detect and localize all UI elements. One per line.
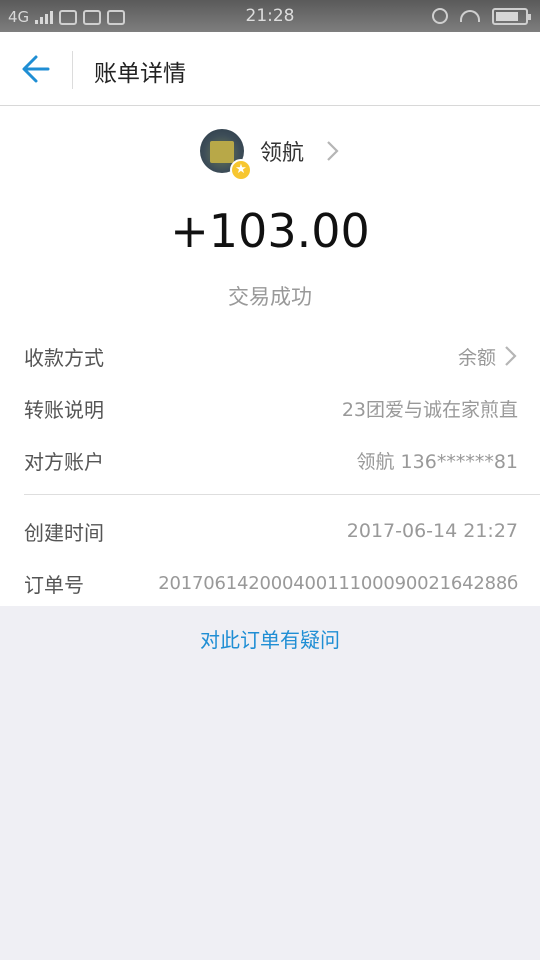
wifi-icon [460,10,480,22]
detail-label: 转账说明 [24,397,104,422]
counterparty-value: 领航 136******81 [356,450,518,473]
payee-name: 领航 [259,141,304,166]
transaction-status: 交易成功 [228,285,312,309]
detail-label: 订单号 [24,572,84,597]
avatar: ★ [199,129,252,181]
chevron-right-icon [327,141,339,161]
created-time-value: 2017-06-14 21:27 [346,520,518,542]
detail-label: 对方账户 [24,449,104,474]
page-title: 账单详情 [94,61,186,87]
detail-row-transfer-note: 转账说明 23团爱与诚在家煎直 [24,388,518,428]
bill-detail-card: ★ 领航 +103.00 交易成功 收款方式 余额 转账说明 23团爱与诚在家煎… [0,106,540,606]
avatar-image [209,141,234,163]
detail-row-order-number: 订单号 2017061420004001110009002164288б [24,563,518,603]
transfer-note-value: 23团爱与诚在家煎直 [341,398,518,421]
status-bar: 4G 21:28 [0,0,540,32]
detail-row-payment-method[interactable]: 收款方式 余额 [24,336,518,376]
detail-row-created-time: 创建时间 2017-06-14 21:27 [24,511,518,551]
detail-label: 创建时间 [24,520,104,545]
status-right [432,6,531,26]
detail-row-counterparty: 对方账户 领航 136******81 [24,440,518,480]
transaction-amount: +103.00 [170,204,370,258]
detail-label: 收款方式 [24,345,104,370]
payment-method-value: 余额 [457,346,496,369]
back-button[interactable] [16,52,56,86]
back-arrow-icon [22,55,50,83]
section-divider [24,494,540,495]
detail-value: 余额 [458,343,518,370]
chevron-right-icon [505,346,517,366]
star-icon: ★ [229,159,252,181]
order-number-value: 2017061420004001110009002164288б [158,572,518,594]
alarm-icon [432,8,448,24]
payee-row[interactable]: ★ 领航 [0,120,540,182]
nav-divider [72,51,73,89]
nav-bar: 账单详情 [0,32,540,106]
battery-icon [492,7,531,25]
order-question-link[interactable]: 对此订单有疑问 [0,624,540,653]
